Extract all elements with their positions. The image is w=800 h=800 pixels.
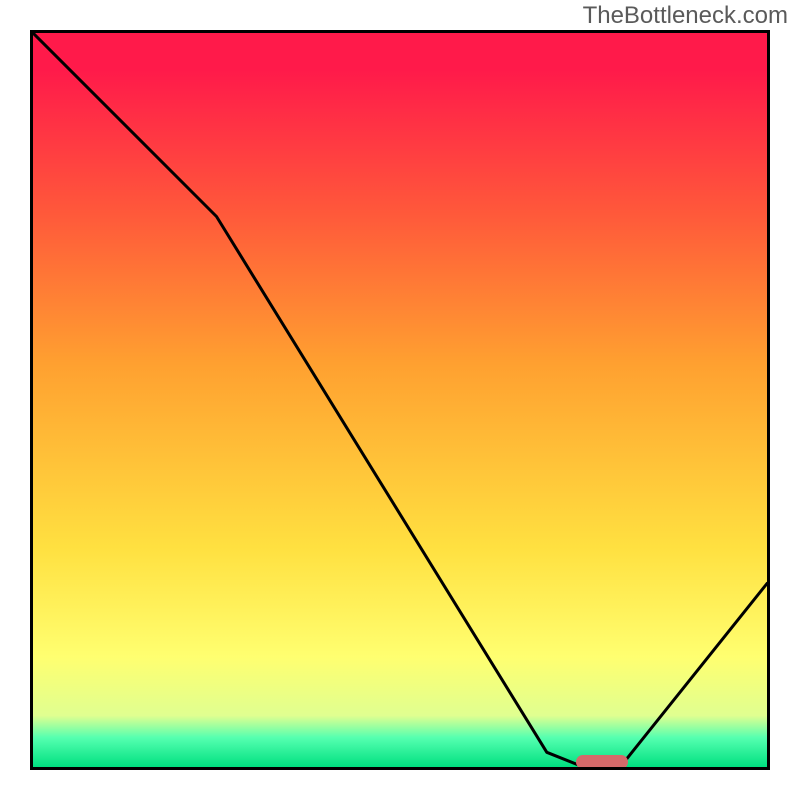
chart-frame [30,30,770,770]
chart-line-svg [33,33,767,767]
optimal-marker [576,755,627,769]
watermark-text: TheBottleneck.com [583,2,788,30]
bottleneck-curve [33,33,767,767]
